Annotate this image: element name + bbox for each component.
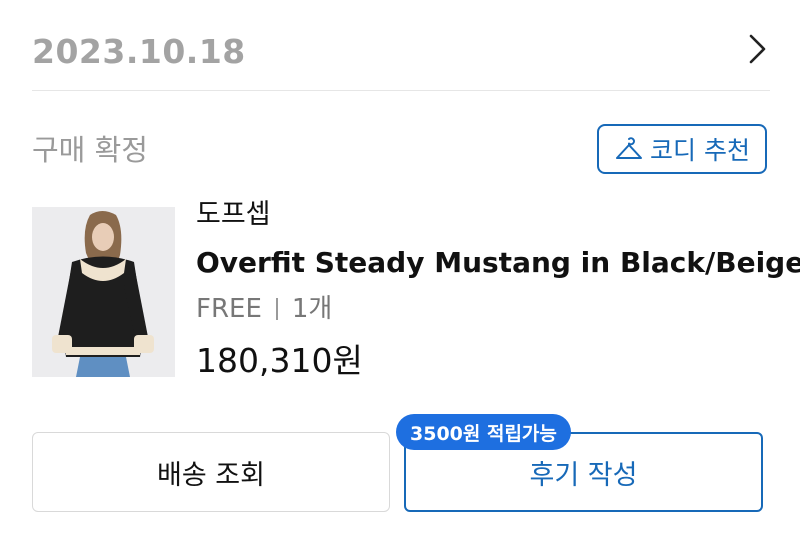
- cody-recommend-label: 코디 추천: [650, 136, 750, 165]
- product-size: FREE: [196, 294, 262, 324]
- track-shipping-button[interactable]: 배송 조회: [32, 432, 390, 512]
- track-shipping-label: 배송 조회: [157, 459, 265, 491]
- option-separator: [275, 298, 278, 320]
- product-price: 180,310원: [196, 341, 363, 380]
- hanger-icon: [616, 137, 643, 159]
- chevron-right-icon[interactable]: [744, 32, 770, 66]
- order-status: 구매 확정: [32, 133, 148, 167]
- order-header[interactable]: 2023.10.18: [0, 0, 800, 92]
- order-date: 2023.10.18: [32, 32, 246, 71]
- product-quantity: 1개: [291, 294, 333, 324]
- product-photo: [32, 207, 175, 377]
- product-brand[interactable]: 도프셉: [196, 197, 271, 233]
- divider: [32, 90, 770, 91]
- product-name[interactable]: Overfit Steady Mustang in Black/Beige: [196, 244, 800, 282]
- product-image[interactable]: [32, 207, 175, 377]
- write-review-label: 후기 작성: [529, 459, 638, 491]
- review-points-badge: 3500원 적립가능: [396, 414, 571, 450]
- cody-recommend-button[interactable]: 코디 추천: [597, 124, 767, 174]
- product-options: FREE 1개: [196, 291, 332, 327]
